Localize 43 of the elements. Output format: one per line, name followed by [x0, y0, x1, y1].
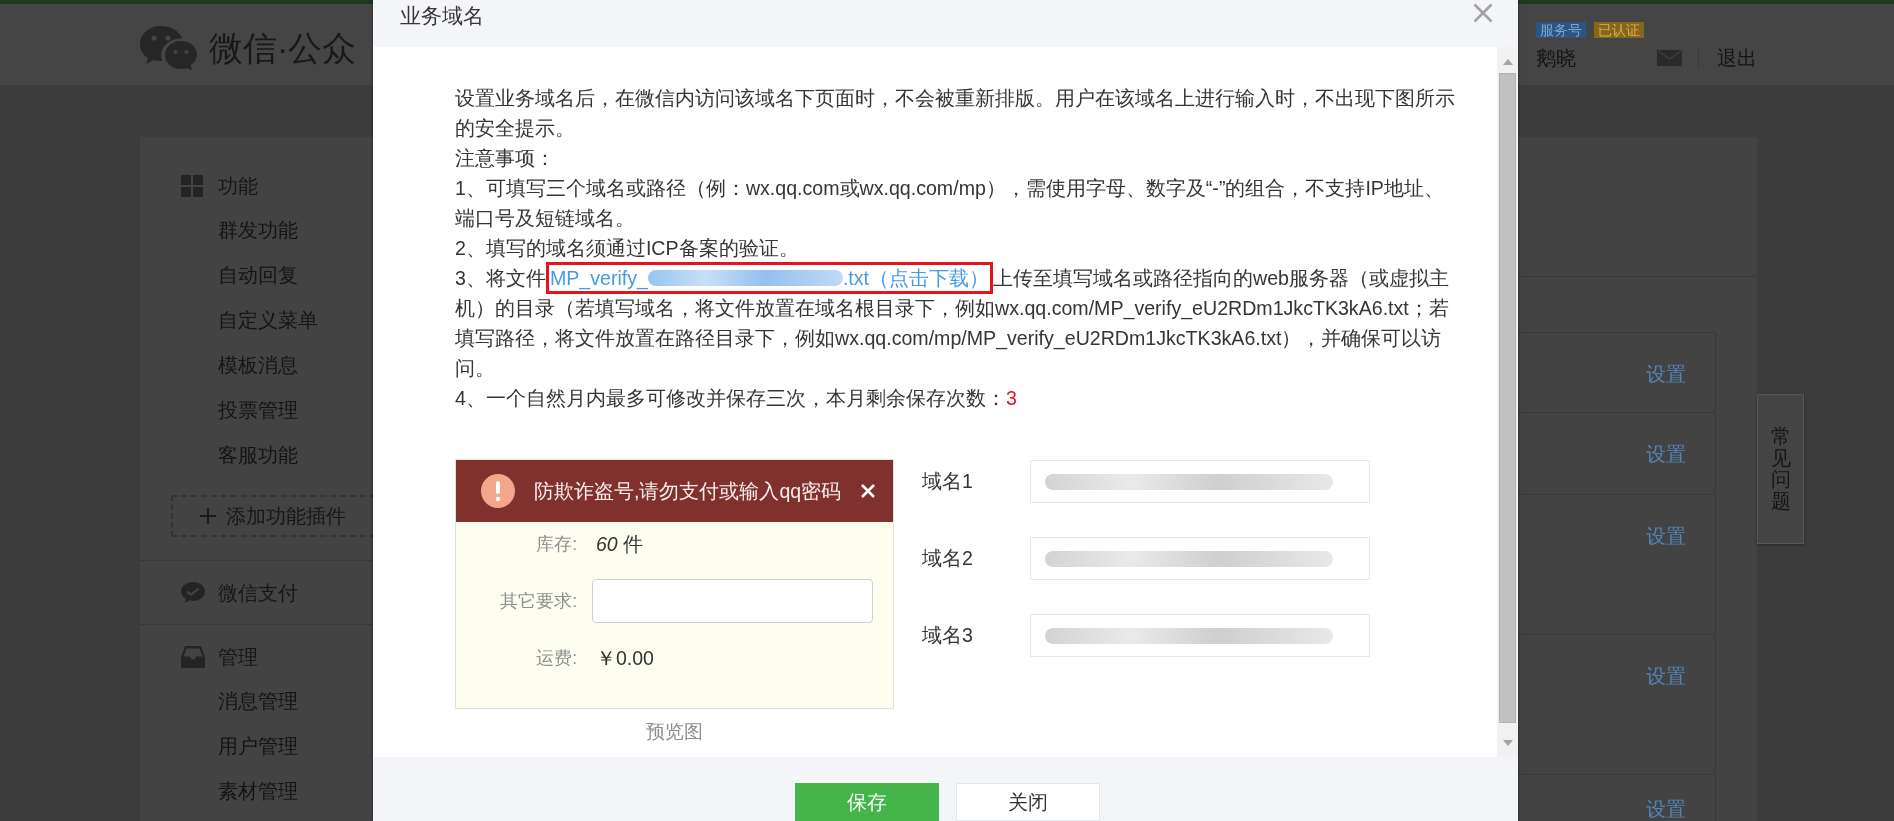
grid-icon: [181, 174, 203, 197]
field-value: ￥0.00: [596, 645, 654, 671]
plus-icon: [200, 508, 216, 524]
dialog-title: 业务域名: [400, 3, 484, 29]
field-value: 60 件: [596, 531, 644, 557]
exclamation-icon: [481, 474, 515, 508]
instruction-text: 2、填写的域名须通过ICP备案的验证。: [455, 236, 800, 261]
settings-link[interactable]: 设置: [1646, 442, 1686, 466]
scrollbar[interactable]: [1497, 47, 1518, 757]
chat-bubbles-icon: [139, 25, 197, 70]
domain-input[interactable]: [1030, 537, 1370, 580]
domain-label: 域名1: [922, 469, 974, 494]
domain-input[interactable]: [1030, 460, 1370, 503]
settings-link[interactable]: 设置: [1646, 664, 1686, 688]
warning-text: 防欺诈盗号,请勿支付或输入qq密码: [534, 478, 842, 504]
domain-input[interactable]: [1030, 614, 1370, 657]
field-label: 其它要求:: [499, 590, 577, 613]
settings-link[interactable]: 设置: [1646, 797, 1686, 821]
instruction-text: 设置业务域名后，在微信内访问该域名下页面时，不会被重新排版。用户在该域名上进行输入时，不出现下图所示的安全提示。: [455, 86, 1456, 141]
save-button[interactable]: 保存: [794, 783, 939, 821]
check-bubble-icon: [181, 582, 205, 603]
envelope-icon[interactable]: [1657, 49, 1683, 67]
instruction-text: 4、一个自然月内最多可修改并保存三次，本月剩余保存次数：3: [455, 386, 1018, 411]
field-label: 库存:: [535, 533, 577, 556]
account-badge: 服务号: [1536, 22, 1586, 38]
close-button[interactable]: 关闭: [955, 783, 1100, 821]
domain-label: 域名2: [922, 546, 974, 571]
scroll-up-icon[interactable]: [1502, 59, 1513, 65]
scrollbar-thumb[interactable]: [1499, 73, 1516, 723]
inbox-icon: [181, 645, 205, 668]
instruction-text: 3、将文件 MP_verify_ .txt（点击下载） 上传至填写域名或路径指向的web服务器（或虚拟主机）的目录（若填写域名，将文件放置在域名根目录下，例如wx.qq.com/MP_verify_eU2RDm1JkcTK3kA6.txt；若填写路径，将文件放置在路径目录下，例如wx.qq.com/mp/MP_verify_eU2RDm1JkcTK3kA6.txt），并确保可以访问。: [455, 263, 1460, 383]
settings-link[interactable]: 设置: [1646, 362, 1686, 386]
download-link[interactable]: MP_verify_ .txt（点击下载）: [545, 262, 994, 294]
close-icon[interactable]: [1473, 3, 1493, 23]
scroll-down-icon[interactable]: [1502, 740, 1513, 746]
field-label: 运费:: [535, 647, 577, 670]
preview-caption: 预览图: [646, 720, 703, 744]
instruction-text: 注意事项：: [455, 146, 556, 171]
close-icon: [861, 484, 875, 498]
account-badge: 已认证: [1594, 22, 1644, 38]
instruction-text: 1、可填写三个域名或路径（例：wx.qq.com或wx.qq.com/mp），需使用字母、数字及“-”的组合，不支持IP地址、端口号及短链域名。: [455, 176, 1445, 231]
domain-label: 域名3: [922, 623, 974, 648]
settings-link[interactable]: 设置: [1646, 524, 1686, 548]
